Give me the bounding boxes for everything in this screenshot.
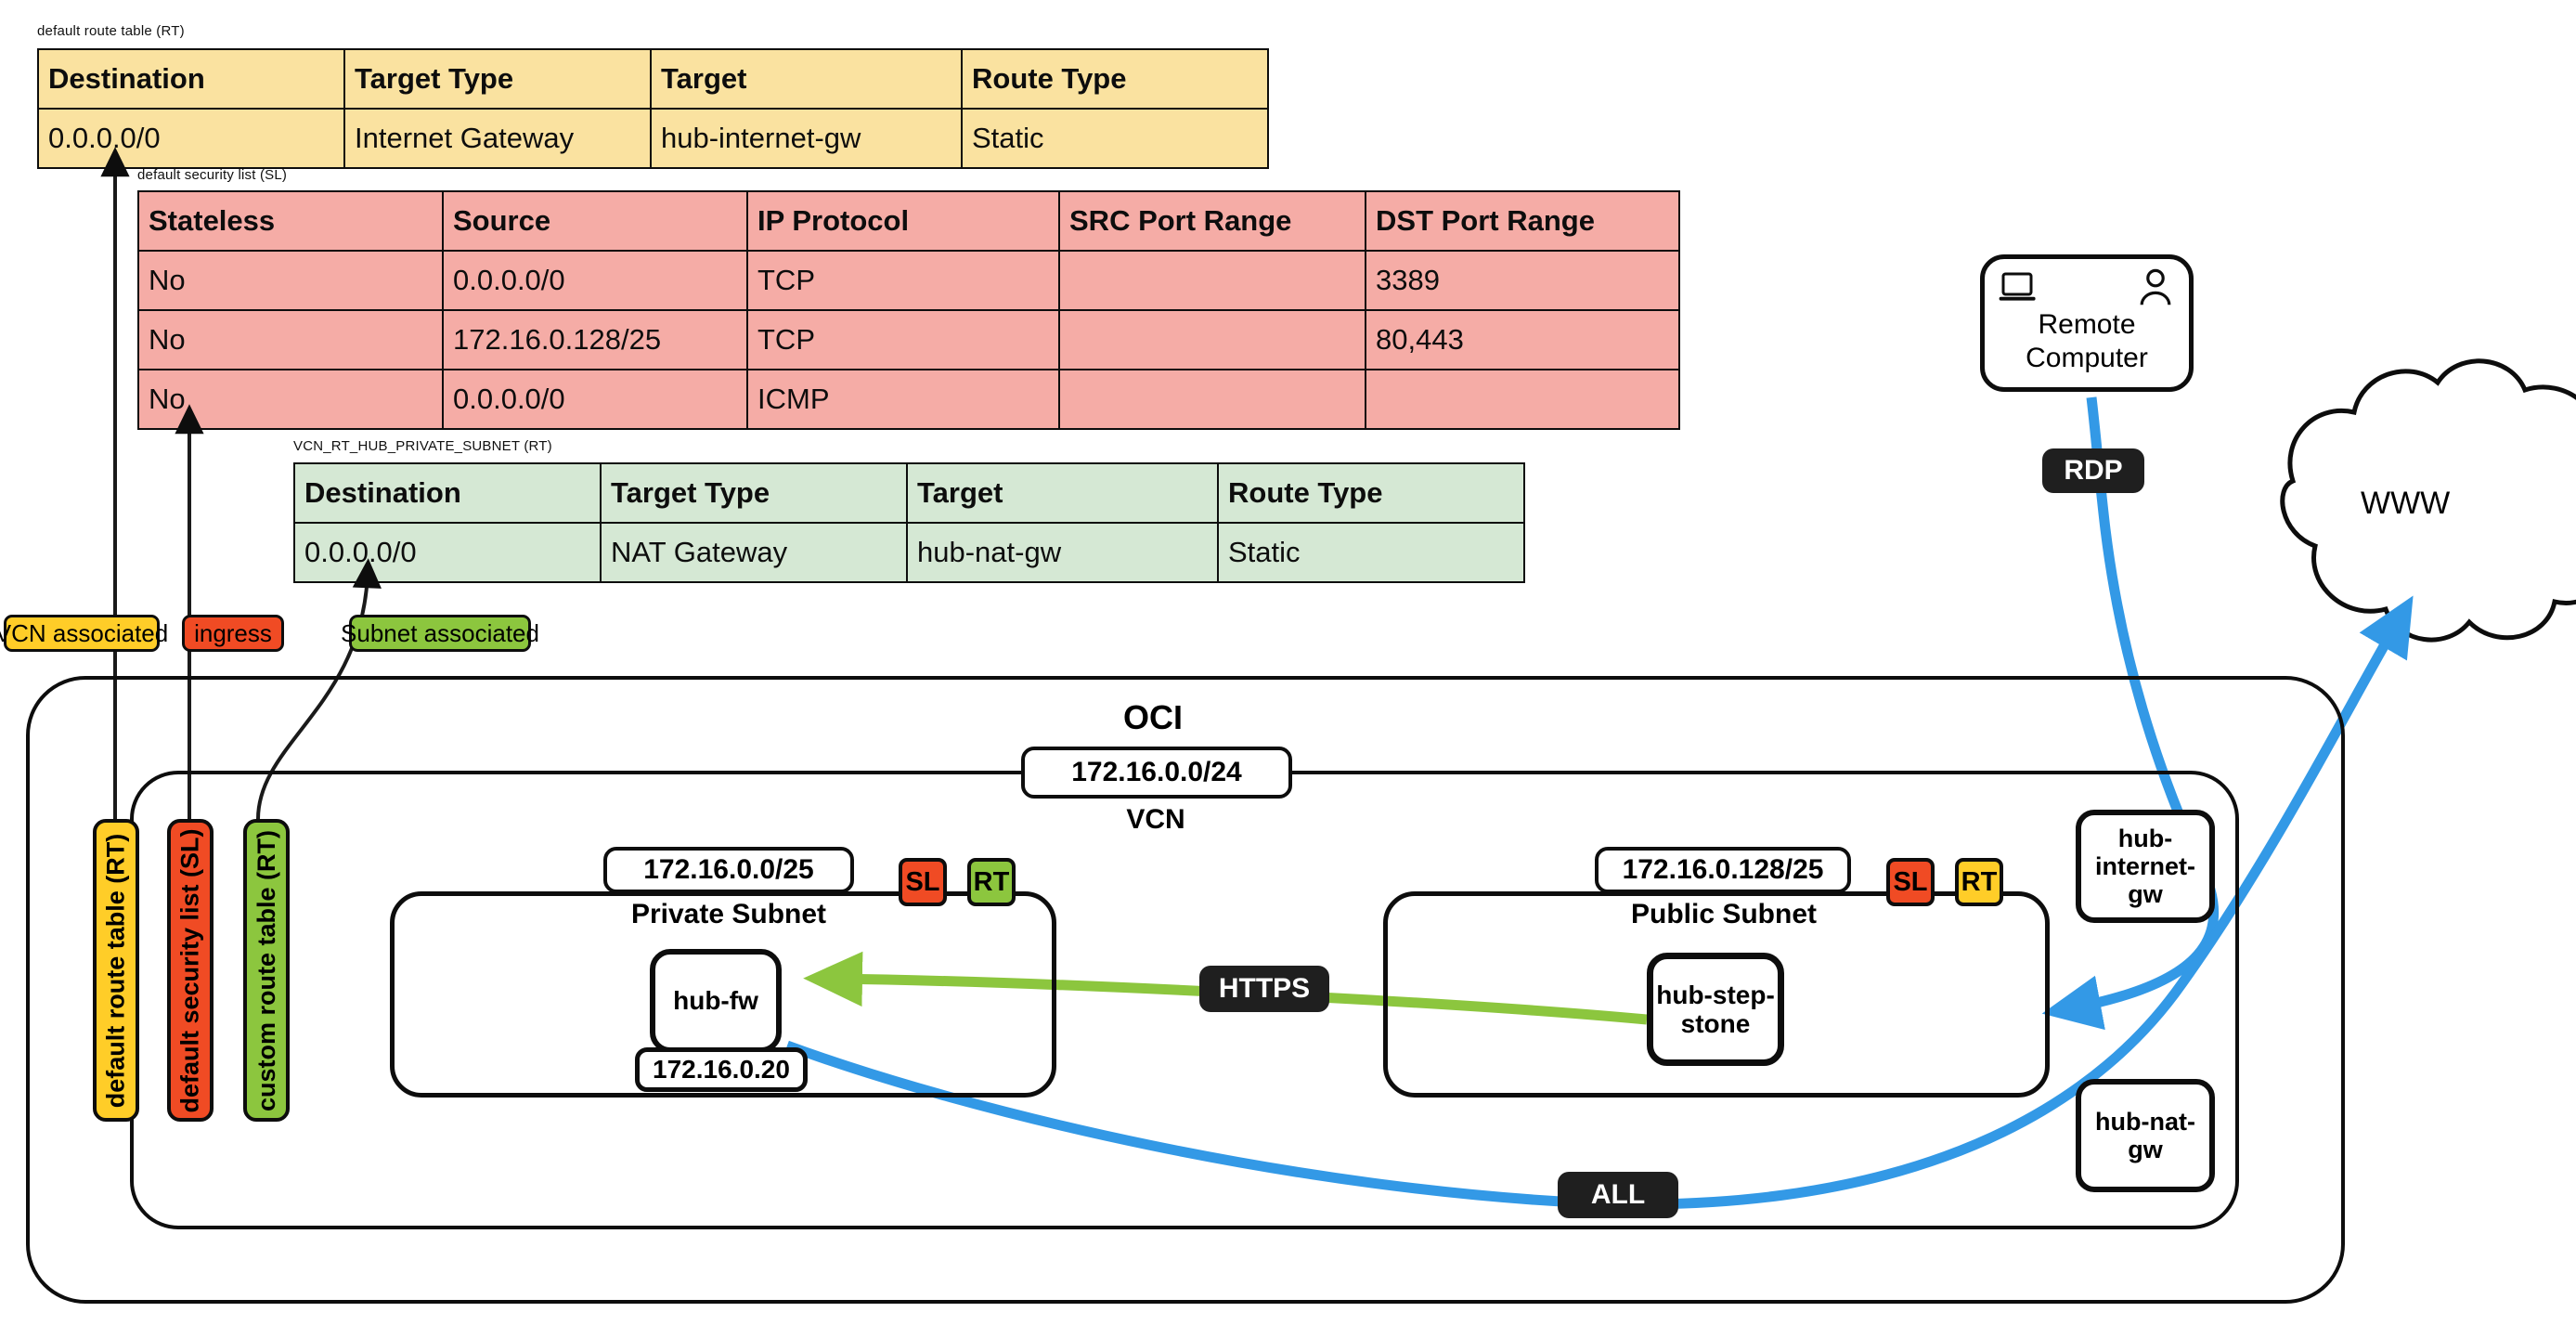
vcn-label: VCN [1126, 804, 1185, 835]
vchip-default-route-table[interactable]: default route table (RT) [93, 819, 139, 1122]
person-icon [2140, 268, 2171, 305]
edge-label-text: RDP [2064, 455, 2123, 486]
edge-label-all: ALL [1558, 1172, 1678, 1218]
node-label: hub-step-stone [1656, 980, 1775, 1038]
vcn-cidr-pill: 172.16.0.0/24 [1021, 747, 1292, 799]
private-subnet-sl-badge[interactable]: SL [899, 858, 947, 906]
badge-label: RT [973, 866, 1010, 897]
vchip-custom-route-table[interactable]: custom route table (RT) [243, 819, 290, 1122]
public-subnet-rt-badge[interactable]: RT [1955, 858, 2003, 906]
private-subnet-rt-badge[interactable]: RT [967, 858, 1016, 906]
vchip-label: custom route table (RT) [252, 829, 280, 1111]
node-remote-computer[interactable]: Remote Computer [1980, 254, 2194, 392]
private-subnet-name: Private Subnet [630, 899, 827, 929]
public-subnet-cidr-label: 172.16.0.128/25 [1622, 854, 1824, 885]
public-subnet-name: Public Subnet [1630, 899, 1817, 929]
chip-label: VCN associated [0, 619, 169, 647]
node-hub-fw[interactable]: hub-fw [650, 949, 782, 1053]
badge-label: RT [1961, 866, 1998, 897]
edge-label-text: ALL [1590, 1179, 1646, 1210]
public-subnet-sl-badge[interactable]: SL [1886, 858, 1935, 906]
node-label: hub-fw [673, 986, 758, 1016]
chip-label: ingress [194, 619, 272, 647]
chip-vcn-associated[interactable]: VCN associated [0, 615, 168, 652]
badge-label: SL [905, 866, 940, 897]
chip-subnet-associated[interactable]: Subnet associated [341, 615, 539, 652]
edge-label-https: HTTPS [1199, 966, 1329, 1012]
remote-computer-label: Remote Computer [1985, 308, 2189, 374]
diagram-canvas: default route table (RT) Destination Tar… [0, 0, 2576, 1338]
node-hub-internet-gw[interactable]: hub-internet-gw [2076, 810, 2215, 923]
hub-fw-ip-badge: 172.16.0.20 [635, 1047, 808, 1092]
public-subnet-cidr-pill: 172.16.0.128/25 [1595, 847, 1851, 893]
ip-label: 172.16.0.20 [653, 1055, 790, 1084]
vchip-default-security-list[interactable]: default security list (SL) [167, 819, 214, 1122]
oci-title: OCI [1123, 698, 1184, 736]
vchip-label: default security list (SL) [175, 827, 204, 1113]
private-subnet-cidr-pill: 172.16.0.0/25 [603, 847, 854, 893]
edge-label-rdp: RDP [2042, 448, 2144, 493]
internet-cloud-label: WWW [2361, 486, 2451, 521]
node-hub-nat-gw[interactable]: hub-nat-gw [2076, 1079, 2215, 1192]
chip-label: Subnet associated [341, 619, 539, 647]
badge-label: SL [1893, 866, 1928, 897]
laptop-icon [1999, 272, 2036, 301]
node-label: hub-internet-gw [2095, 824, 2195, 909]
vcn-cidr-label: 172.16.0.0/24 [1071, 757, 1242, 787]
private-subnet-cidr-label: 172.16.0.0/25 [643, 854, 814, 885]
vchip-label: default route table (RT) [101, 833, 130, 1108]
edge-label-text: HTTPS [1218, 973, 1311, 1004]
chip-ingress[interactable]: ingress [182, 615, 284, 652]
node-label: hub-nat-gw [2095, 1107, 2195, 1163]
node-hub-step-stone[interactable]: hub-step-stone [1647, 953, 1784, 1066]
remote-computer-text: Remote Computer [2026, 309, 2148, 373]
